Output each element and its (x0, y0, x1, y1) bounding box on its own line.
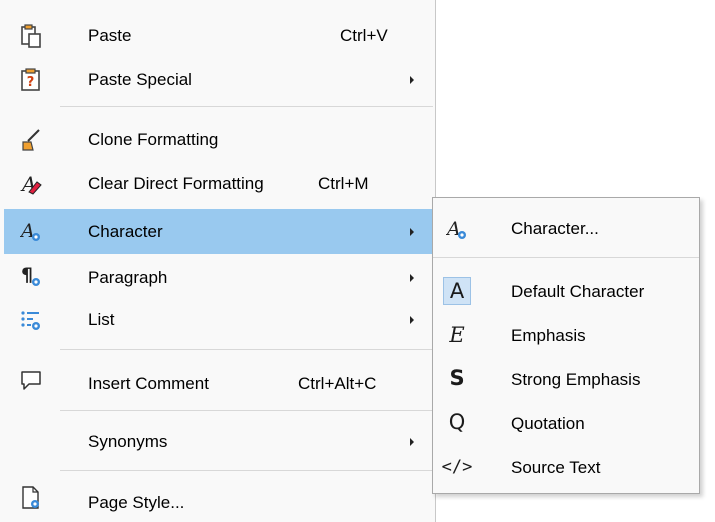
submenu-item-quotation[interactable]: Q Quotation (433, 404, 699, 444)
submenu-item-label: Default Character (511, 282, 645, 301)
submenu-item-character-dialog[interactable]: A Character... (433, 210, 699, 248)
submenu-item-label: Strong Emphasis (511, 370, 641, 389)
menu-item-label: Clear Direct Formatting (88, 174, 264, 193)
shortcut-text: Ctrl+M (318, 174, 369, 193)
svg-text:?: ? (27, 75, 35, 90)
shortcut-text: Ctrl+V (340, 26, 388, 45)
clear-formatting-icon: A (19, 172, 43, 196)
menu-item-label: Clone Formatting (88, 130, 219, 149)
menu-item-label: Insert Comment (88, 374, 209, 393)
glyph-text: Q (448, 409, 466, 434)
shortcut-text: Ctrl+Alt+C (298, 374, 377, 393)
glyph-text: </> (441, 456, 473, 477)
submenu-item-label: Character... (511, 219, 599, 238)
separator (60, 106, 433, 107)
menu-item-label: Paste Special (88, 70, 192, 89)
comment-icon (19, 369, 43, 393)
context-menu: Paste Ctrl+V ? Paste Special Clone Forma… (0, 0, 436, 522)
glyph-text: S (449, 365, 465, 390)
menu-item-label: Paste (88, 26, 132, 45)
submenu-item-label: Emphasis (511, 326, 586, 345)
menu-item-label: List (88, 310, 115, 329)
submenu-item-source-text[interactable]: </> Source Text (433, 448, 699, 488)
separator (433, 257, 699, 258)
list-icon (19, 308, 43, 332)
menu-item-insert-comment[interactable]: Insert Comment Ctrl+Alt+C (0, 365, 435, 403)
source-text-icon: </> (441, 455, 473, 479)
menu-item-label: Page Style... (88, 493, 185, 512)
emphasis-icon: E (445, 323, 469, 347)
page-style-icon (19, 486, 43, 510)
submenu-item-label: Quotation (511, 414, 585, 433)
separator (60, 470, 433, 471)
menu-item-list[interactable]: List (0, 302, 435, 342)
menu-item-synonyms[interactable]: Synonyms (0, 422, 435, 460)
menu-item-clone-formatting[interactable]: Clone Formatting (0, 122, 435, 158)
paragraph-icon: ¶ (19, 264, 43, 288)
submenu-arrow-icon (410, 76, 414, 84)
clone-formatting-icon (19, 128, 43, 152)
submenu-arrow-icon (410, 438, 414, 446)
separator (60, 410, 433, 411)
character-submenu: A Character... A Default Character E Emp… (432, 197, 700, 494)
submenu-arrow-icon (410, 316, 414, 324)
menu-item-paragraph[interactable]: ¶ Paragraph (0, 258, 435, 298)
menu-item-paste-special[interactable]: ? Paste Special (0, 62, 435, 98)
submenu-arrow-icon (410, 274, 414, 282)
strong-emphasis-icon: S (445, 366, 469, 390)
submenu-item-strong-emphasis[interactable]: S Strong Emphasis (433, 360, 699, 400)
menu-item-page-style[interactable]: Page Style... (0, 480, 435, 520)
menu-item-label: Character (88, 222, 163, 241)
menu-item-character[interactable]: A Character (4, 209, 435, 254)
submenu-item-label: Source Text (511, 458, 601, 477)
submenu-item-emphasis[interactable]: E Emphasis (433, 316, 699, 356)
default-character-icon: A (443, 277, 471, 305)
character-icon: A (19, 219, 43, 243)
paste-special-icon: ? (19, 68, 43, 92)
glyph-text: E (449, 322, 465, 347)
menu-item-paste[interactable]: Paste Ctrl+V (0, 18, 435, 54)
menu-item-label: Paragraph (88, 268, 168, 287)
submenu-arrow-icon (410, 228, 414, 236)
svg-text:¶: ¶ (21, 264, 33, 286)
glyph-text: A (449, 278, 465, 303)
character-dialog-icon: A (445, 217, 469, 241)
separator (60, 349, 433, 350)
submenu-item-default-character[interactable]: A Default Character (433, 272, 699, 312)
menu-item-clear-direct-formatting[interactable]: A Clear Direct Formatting Ctrl+M (0, 166, 435, 202)
paste-icon (19, 24, 43, 48)
quotation-icon: Q (445, 410, 469, 434)
menu-item-label: Synonyms (88, 432, 168, 451)
